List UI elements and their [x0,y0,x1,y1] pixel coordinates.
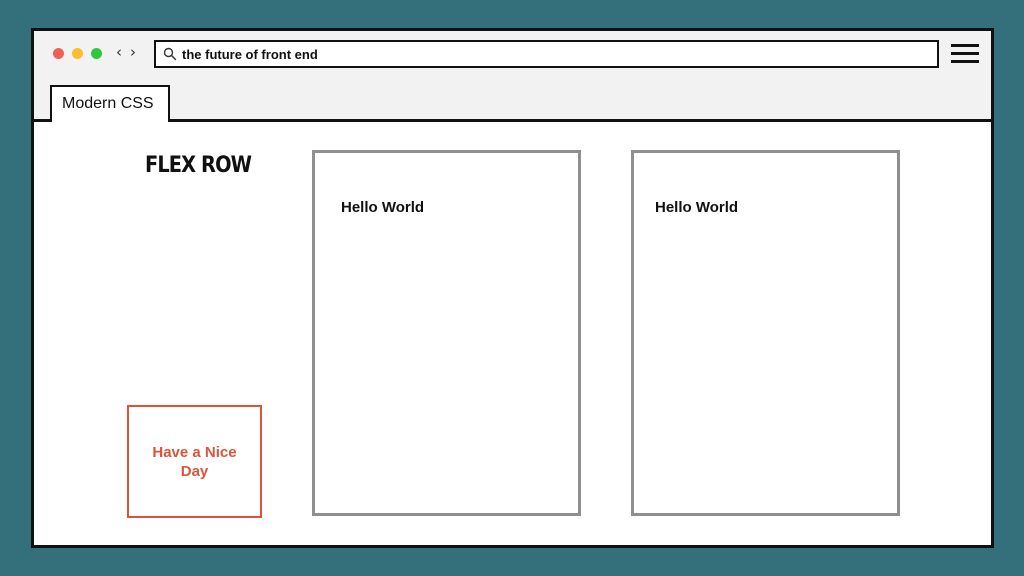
tab-label: Modern CSS [62,95,154,112]
card-text: Hello World [341,199,425,216]
hamburger-menu-icon[interactable] [951,43,979,65]
chevron-right-icon[interactable]: › [130,43,136,61]
browser-window: ‹ › Modern CSS FLEX ROW Have a Nice Day … [31,28,994,548]
tab-connector [52,119,168,123]
nice-day-box: Have a Nice Day [127,405,262,518]
flex-card: Hello World [312,150,581,516]
tab-modern-css[interactable]: Modern CSS [50,85,170,122]
maximize-window-button[interactable] [91,48,102,59]
address-input[interactable] [182,44,922,64]
page-title: FLEX ROW [145,153,252,178]
flex-card: Hello World [631,150,900,516]
nice-day-text: Have a Nice Day [152,443,237,480]
card-text: Hello World [655,199,739,216]
search-icon [163,47,177,61]
chevron-left-icon[interactable]: ‹ [116,43,122,61]
address-bar[interactable] [154,40,939,68]
browser-chrome: ‹ › Modern CSS [34,31,991,122]
close-window-button[interactable] [53,48,64,59]
minimize-window-button[interactable] [72,48,83,59]
